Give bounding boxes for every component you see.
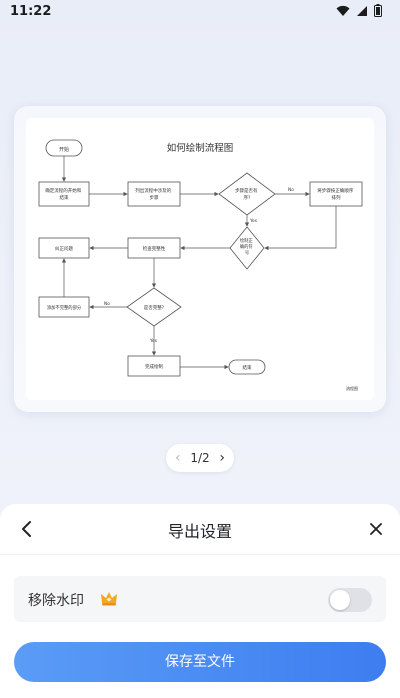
signal-icon (357, 5, 367, 16)
flowchart-preview[interactable]: 如何绘制流程图 开始 确定流程的开始和 结束 列出流程中涉及的 步骤 步骤是否有… (26, 118, 374, 400)
draw-symbols-line-2: 确的符 (240, 243, 254, 250)
arrow-sort-back (264, 206, 337, 251)
flowchart-connectors (61, 156, 337, 370)
flowchart-canvas: 如何绘制流程图 开始 确定流程的开始和 结束 列出流程中涉及的 步骤 步骤是否有… (38, 139, 363, 391)
remove-watermark-option: 移除水印 (14, 576, 386, 622)
edge-label-no-1: No (288, 187, 294, 193)
sort-steps-node (309, 181, 363, 207)
battery-icon (374, 4, 382, 17)
check-flow-label: 检查完整性 (143, 245, 166, 252)
draw-symbols-line-3: 号 (245, 250, 249, 256)
complete-question-label: 是否完整? (144, 304, 165, 311)
wifi-icon (336, 5, 350, 16)
flowchart-title: 如何绘制流程图 (167, 142, 234, 154)
fix-issue-label: 纠正问题 (55, 245, 73, 252)
end-node-label: 结束 (243, 364, 252, 371)
order-question-line-1: 步骤是否有 (235, 187, 258, 194)
start-node-label: 开始 (59, 146, 69, 153)
save-to-file-button[interactable]: 保存至文件 (14, 642, 386, 682)
export-settings-sheet: 导出设置 移除水印 保存至文件 (0, 504, 400, 698)
list-steps-node (127, 181, 181, 207)
remove-watermark-toggle[interactable] (328, 588, 372, 612)
toggle-knob (330, 590, 350, 610)
next-page-button[interactable]: › (219, 451, 225, 465)
preview-card: 如何绘制流程图 开始 确定流程的开始和 结束 列出流程中涉及的 步骤 步骤是否有… (14, 106, 386, 412)
sort-steps-line-1: 将步骤按正确顺序 (317, 187, 353, 194)
define-scope-line-1: 确定流程的开始和 (45, 187, 81, 194)
page-indicator: ‹ 1/2 › (166, 444, 234, 472)
define-scope-line-2: 结束 (60, 194, 69, 201)
sheet-title: 导出设置 (167, 522, 232, 541)
finish-draw-label: 完成绘制 (145, 363, 163, 370)
edge-label-yes-2: Yes (149, 338, 158, 344)
order-question-line-2: 序? (244, 194, 251, 201)
add-missing-label: 添加不完整的部分 (47, 304, 82, 311)
list-steps-line-2: 步骤 (150, 194, 159, 201)
define-scope-node (38, 181, 90, 207)
close-icon[interactable] (366, 519, 386, 539)
order-question-node (218, 172, 276, 216)
page-number: 1/2 (190, 451, 210, 465)
status-icons (336, 4, 382, 17)
sheet-header: 导出设置 (0, 504, 400, 555)
edge-label-no-2: No (104, 301, 110, 307)
vip-crown-icon (101, 592, 117, 606)
remove-watermark-label: 移除水印 (28, 593, 84, 609)
draw-symbols-line-1: 绘制正 (240, 237, 254, 244)
prev-page-button[interactable]: ‹ (175, 451, 181, 465)
status-time: 11:22 (10, 4, 52, 19)
status-bar: 11:22 (0, 0, 400, 24)
edge-label-yes-1: Yes (249, 218, 258, 224)
watermark-text: 流程图 (346, 385, 358, 391)
list-steps-line-1: 列出流程中涉及的 (135, 187, 171, 194)
sort-steps-line-2: 排列 (332, 194, 341, 201)
